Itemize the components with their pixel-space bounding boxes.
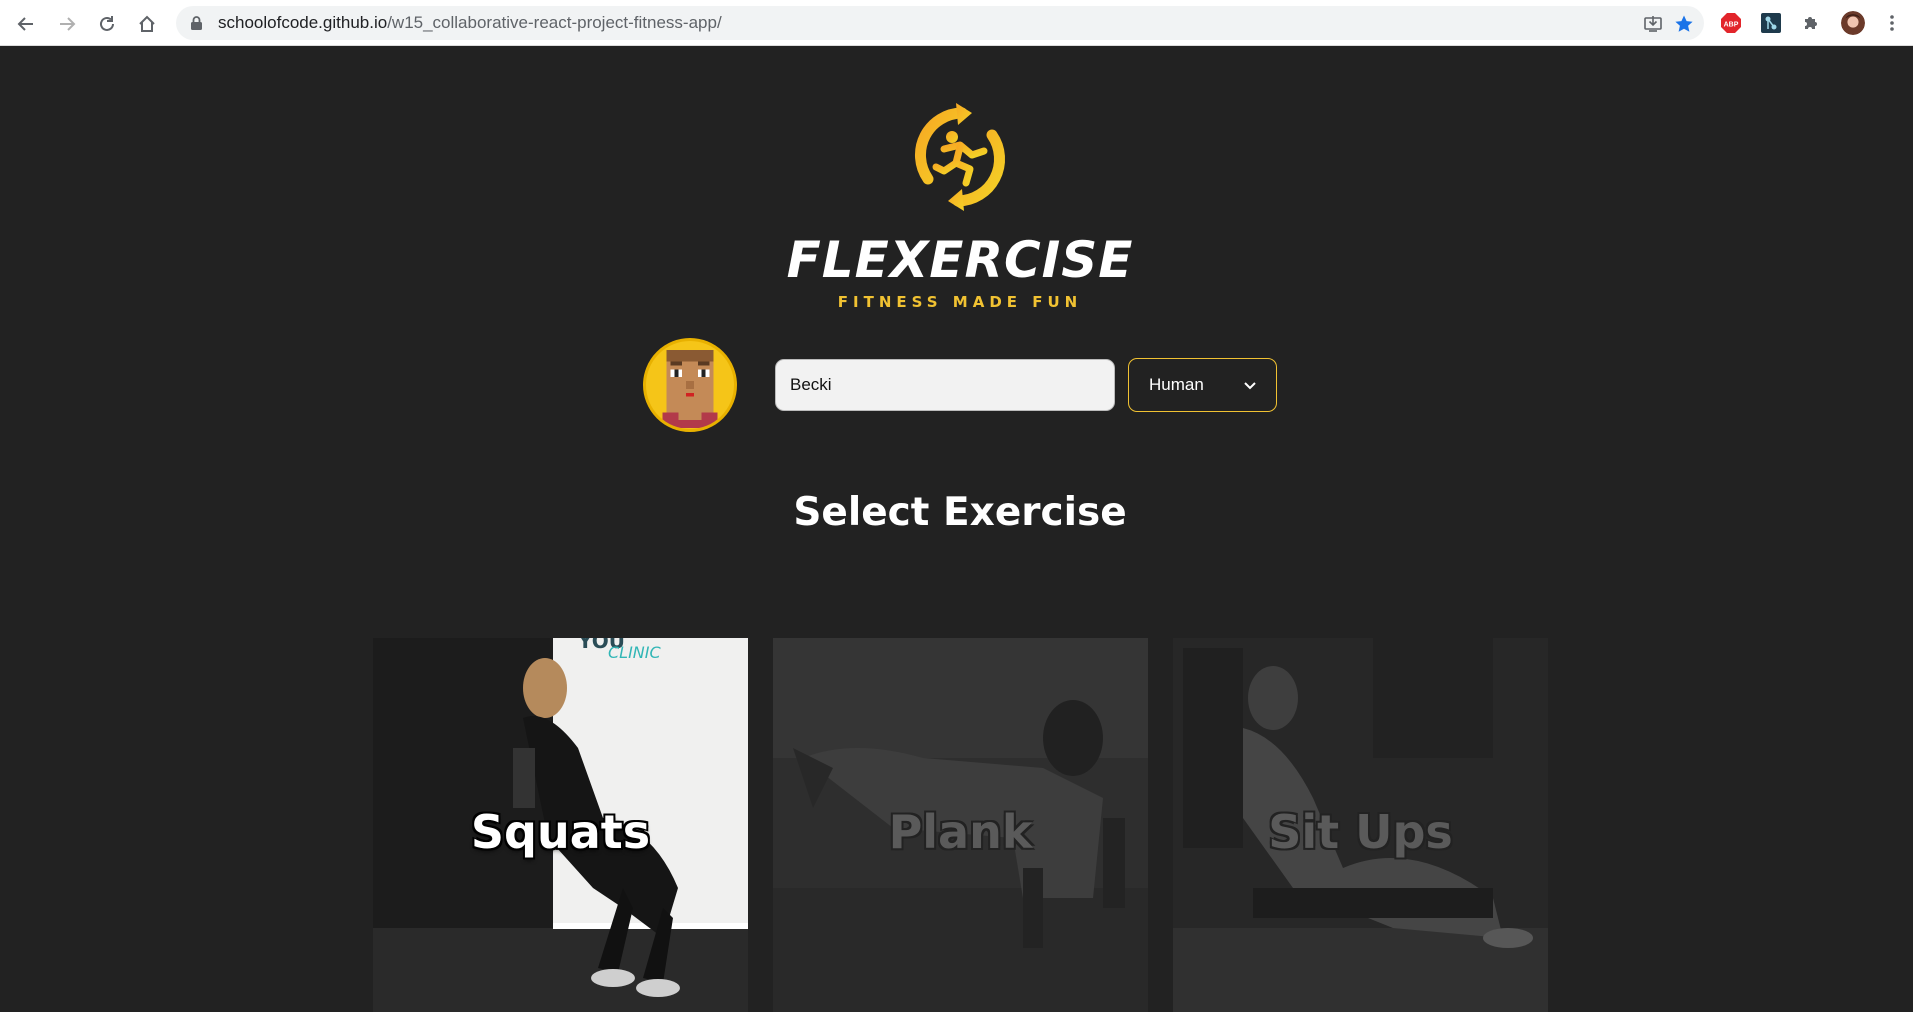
- reload-icon[interactable]: [93, 10, 121, 38]
- forward-arrow-icon[interactable]: [53, 10, 81, 38]
- exercise-card-plank[interactable]: Plank: [773, 638, 1148, 1012]
- exercise-card-squats[interactable]: YOU CLINIC Squats: [373, 638, 748, 1012]
- puzzle-icon[interactable]: [1799, 11, 1823, 35]
- extension-icon[interactable]: [1759, 11, 1783, 35]
- install-app-icon[interactable]: [1642, 13, 1664, 35]
- brand-name: FLEXERCISE: [786, 231, 1134, 289]
- address-bar[interactable]: schoolofcode.github.io/w15_collaborative…: [176, 6, 1704, 40]
- lock-icon: [190, 16, 203, 35]
- exercise-label: Squats: [470, 805, 651, 859]
- back-arrow-icon[interactable]: [12, 10, 40, 38]
- browser-toolbar: schoolofcode.github.io/w15_collaborative…: [0, 0, 1913, 46]
- chevron-down-icon: [1244, 375, 1256, 395]
- species-select[interactable]: Human: [1128, 358, 1277, 412]
- running-man-logo-icon: [900, 97, 1020, 217]
- player-name-input[interactable]: [775, 359, 1115, 411]
- menu-dots-icon[interactable]: [1880, 11, 1904, 35]
- svg-text:CLINIC: CLINIC: [608, 643, 661, 662]
- species-selected-value: Human: [1149, 375, 1204, 394]
- home-icon[interactable]: [133, 10, 161, 38]
- brand-tagline: FITNESS MADE FUN: [837, 293, 1083, 311]
- svg-text:ABP: ABP: [1724, 22, 1739, 29]
- abp-icon[interactable]: ABP: [1719, 11, 1743, 35]
- url-text: schoolofcode.github.io/w15_collaborative…: [218, 13, 722, 32]
- pixel-avatar[interactable]: [643, 338, 737, 432]
- profile-avatar[interactable]: [1841, 11, 1865, 35]
- app-page: FLEXERCISE FITNESS MADE FUN Human Select…: [0, 47, 1913, 1012]
- section-title: Select Exercise: [793, 490, 1127, 535]
- exercise-label: Sit Ups: [1268, 805, 1453, 859]
- exercise-label: Plank: [888, 805, 1033, 859]
- bookmark-star-icon[interactable]: [1673, 13, 1695, 35]
- exercise-card-sit-ups[interactable]: Sit Ups: [1173, 638, 1548, 1012]
